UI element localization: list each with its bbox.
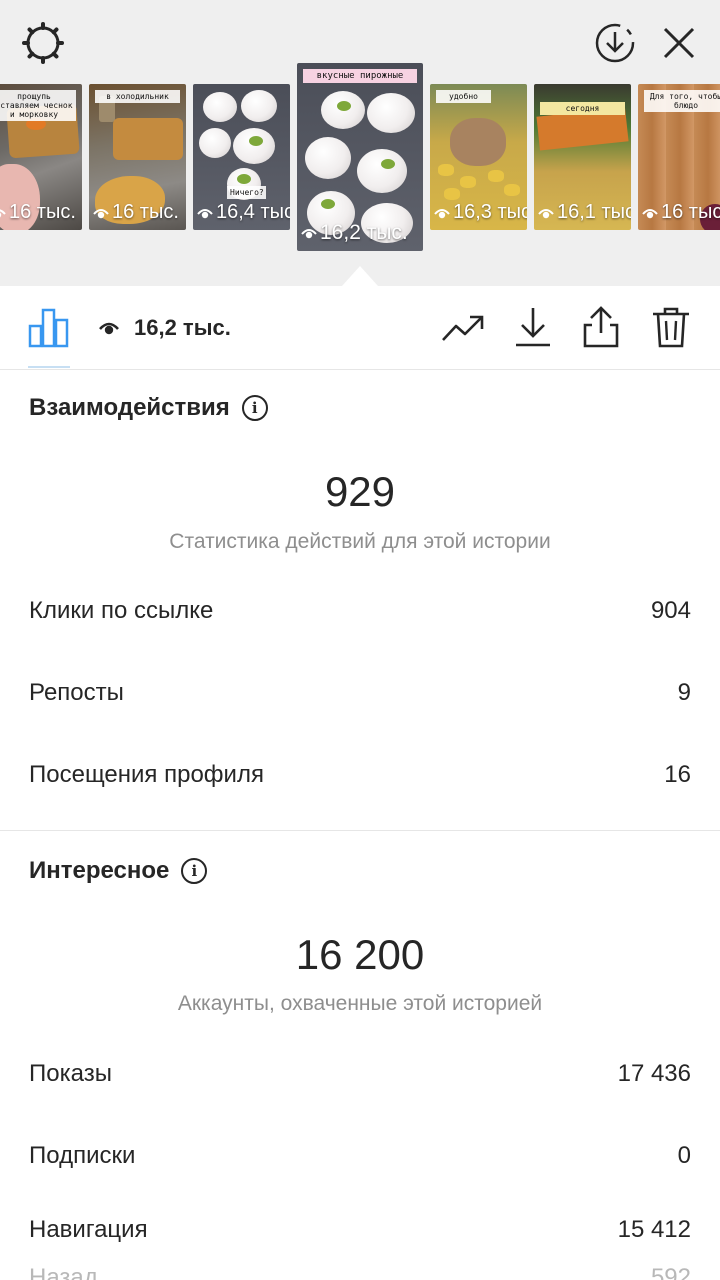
- delete-button[interactable]: [650, 304, 692, 350]
- stat-row-profile-visits: Посещения профиля 16: [29, 761, 691, 789]
- story-views-label: 16,4 тыс.: [216, 201, 290, 223]
- interactions-total: 929: [324, 468, 396, 515]
- trend-icon: [442, 315, 484, 341]
- save-story-button[interactable]: [592, 20, 638, 66]
- interactions-section-title: Взаимодействия i: [29, 394, 268, 422]
- settings-button[interactable]: [20, 20, 66, 66]
- story-views: 16,1 тыс.: [538, 201, 631, 224]
- story-caption: Ничего?: [227, 186, 266, 199]
- story-thumbnail[interactable]: Ничего? 16,4 тыс.: [193, 84, 290, 230]
- interactions-caption: Статистика действий для этой истории: [169, 530, 551, 553]
- info-icon[interactable]: i: [241, 395, 268, 421]
- selected-story-pointer: [342, 266, 378, 286]
- info-icon[interactable]: i: [181, 858, 208, 884]
- trash-icon: [653, 307, 689, 348]
- stat-label: Репосты: [29, 679, 124, 706]
- story-views: 16,3 тыс.: [434, 201, 527, 224]
- story-views: 16 тыс.: [0, 201, 76, 224]
- stat-value: 16: [664, 761, 691, 788]
- eye-icon: [93, 208, 109, 218]
- story-caption: вкусные пирожные: [303, 69, 417, 83]
- eye-icon: [434, 208, 450, 218]
- story-views-label: 16,2 тыс.: [320, 221, 408, 244]
- eye-icon: [197, 208, 213, 218]
- share-icon: [583, 306, 619, 348]
- stat-row-back: Назад 592: [29, 1264, 691, 1280]
- stat-value: 15 412: [617, 1216, 691, 1243]
- story-thumbnail[interactable]: удобно 16,3 тыс.: [430, 84, 527, 230]
- story-views: 16,2 тыс.: [301, 221, 408, 245]
- story-caption: удобно: [436, 90, 491, 103]
- settings-icon: [22, 22, 64, 64]
- views-count: 16,2 тыс.: [134, 315, 231, 340]
- share-button[interactable]: [580, 304, 622, 350]
- stat-label: Показы: [29, 1060, 112, 1087]
- download-button[interactable]: [512, 304, 554, 350]
- section-divider: [0, 830, 720, 831]
- download-icon: [516, 308, 550, 347]
- promote-button[interactable]: [440, 308, 486, 348]
- story-views: 16 тыс.: [93, 201, 179, 224]
- story-thumbnail[interactable]: прощупь вставляем чеснок и морковку 16 т…: [0, 84, 82, 230]
- stat-label: Назад: [29, 1264, 98, 1280]
- stat-row-reposts: Репосты 9: [29, 679, 691, 707]
- insights-tab[interactable]: [28, 306, 70, 348]
- close-icon: [663, 27, 695, 59]
- stat-value: 17 436: [617, 1060, 691, 1087]
- story-views-summary: 16,2 тыс.: [98, 312, 231, 344]
- story-caption: в холодильник: [95, 90, 180, 103]
- discovery-caption: Аккаунты, охваченные этой историей: [177, 992, 543, 1015]
- story-views-label: 16 тыс.: [112, 201, 179, 223]
- discovery-section-title: Интересное i: [29, 857, 208, 885]
- eye-icon: [99, 322, 119, 335]
- stat-value: 592: [650, 1264, 691, 1280]
- story-thumbnail[interactable]: сегодня 16,1 тыс.: [534, 84, 631, 230]
- discovery-total: 16 200: [295, 931, 425, 978]
- story-thumbnail[interactable]: Для того, чтобы блюдо 16 тыс.: [638, 84, 720, 230]
- story-caption: прощупь вставляем чеснок и морковку: [0, 90, 76, 121]
- insights-tab-indicator: [28, 366, 70, 368]
- stat-label: Посещения профиля: [29, 761, 264, 788]
- story-views-label: 16,3 тыс.: [453, 201, 527, 223]
- story-views: 16 тыс.: [642, 201, 720, 224]
- eye-icon: [0, 208, 6, 217]
- interactions-title: Взаимодействия: [29, 394, 230, 421]
- stat-row-navigation: Навигация 15 412: [29, 1216, 691, 1244]
- stat-label: Подписки: [29, 1142, 136, 1169]
- story-thumbnail-selected[interactable]: вкусные пирожные 16,2 тыс.: [297, 63, 423, 251]
- stat-value: 0: [677, 1142, 691, 1169]
- bar-chart-icon: [28, 308, 69, 348]
- stat-label: Клики по ссылке: [29, 597, 214, 624]
- discovery-title: Интересное: [29, 857, 170, 884]
- close-button[interactable]: [656, 20, 702, 66]
- story-views-label: 16,1 тыс.: [557, 201, 631, 223]
- story-views: 16,4 тыс.: [197, 201, 290, 224]
- stat-row-impressions: Показы 17 436: [29, 1060, 691, 1088]
- stat-row-follows: Подписки 0: [29, 1142, 691, 1170]
- eye-icon: [642, 208, 658, 218]
- stat-label: Навигация: [29, 1216, 148, 1243]
- story-thumbnail[interactable]: в холодильник 16 тыс.: [89, 84, 186, 230]
- stat-row-link-clicks: Клики по ссылке 904: [29, 597, 691, 625]
- story-views-label: 16 тыс.: [661, 201, 720, 223]
- eye-icon: [538, 208, 554, 218]
- story-views-label: 16 тыс.: [9, 201, 76, 223]
- stat-value: 9: [677, 679, 691, 706]
- story-caption: Для того, чтобы блюдо: [644, 90, 720, 112]
- eye-icon: [301, 229, 317, 239]
- download-circle-icon: [595, 23, 635, 63]
- stat-value: 904: [650, 597, 691, 624]
- story-caption: сегодня: [540, 102, 625, 115]
